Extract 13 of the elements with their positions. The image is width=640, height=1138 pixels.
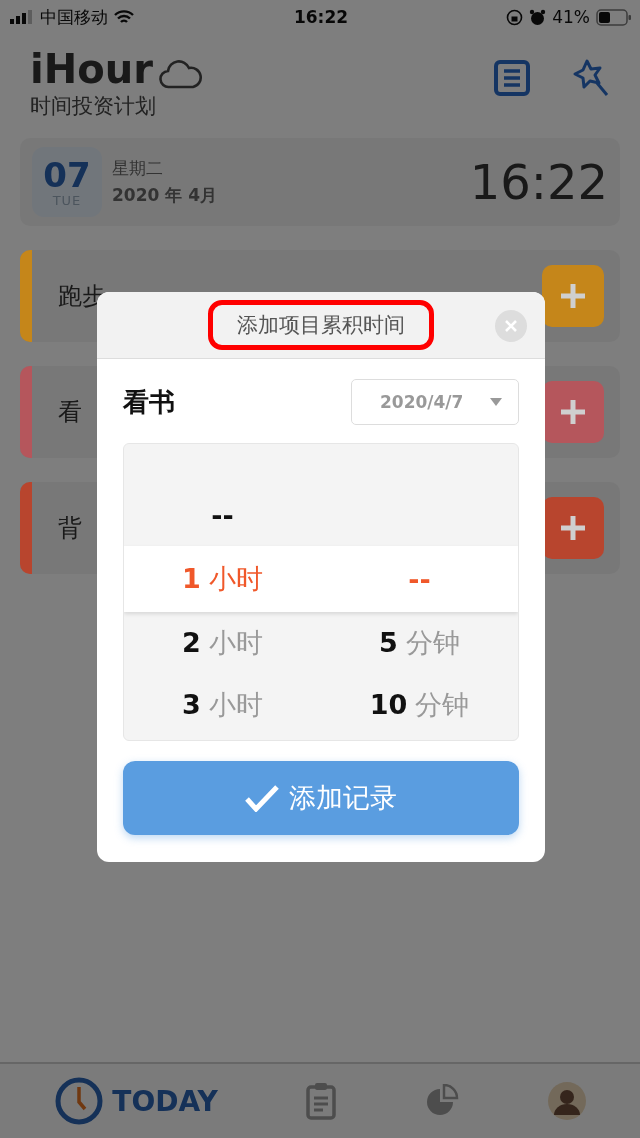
clock-time: 16:22 <box>469 154 608 210</box>
item-name: 看书 <box>123 385 175 419</box>
task-name: 背 <box>58 513 82 544</box>
dialog-title: 添加项目累积时间 <box>208 300 434 350</box>
weekday: 星期二 <box>112 157 164 180</box>
year-month: 2020 年 4月 <box>112 184 217 207</box>
app-logo: iHour <box>30 48 153 90</box>
task-name: 看 <box>58 397 82 428</box>
battery-percent: 41% <box>552 7 590 27</box>
day-number: 07 <box>43 156 91 193</box>
status-time: 16:22 <box>293 7 349 27</box>
app-subtitle: 时间投资计划 <box>30 93 157 120</box>
carrier-name: 中国移动 <box>40 5 108 29</box>
